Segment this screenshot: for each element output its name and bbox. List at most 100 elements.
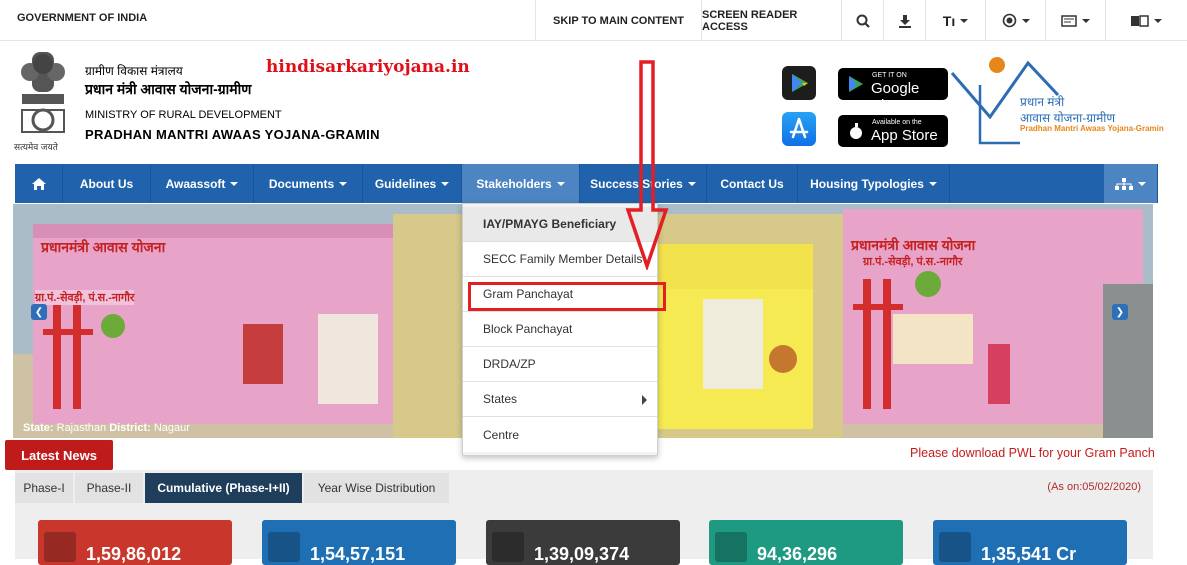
skip-to-main-link[interactable]: SKIP TO MAIN CONTENT [535,0,701,41]
logo-english-line: Pradhan Mantri Awaas Yojana-Gramin [1020,124,1164,133]
watermark-text: hindisarkariyojana.in [266,57,470,77]
apple-icon [850,123,862,139]
stat-card: 1,39,09,374 [486,520,680,565]
nav-about-us[interactable]: About Us [63,164,151,203]
news-ticker[interactable]: Please download PWL for your Gram Panch [910,446,1155,460]
chevron-down-icon [960,18,969,23]
stat-card: 1,59,86,012 [38,520,232,565]
sitemap-button[interactable] [1104,164,1158,203]
google-play-icon[interactable] [782,66,816,100]
house-subtext-right: ग्रा.पं.-सेवड़ी, पं.स.-नागौर [863,256,963,268]
annotation-arrow-icon [625,60,669,270]
sitemap-button[interactable] [1045,0,1105,41]
nav-label: Documents [268,176,335,191]
chevron-down-icon [1154,18,1162,23]
contrast-button[interactable] [985,0,1045,41]
chevron-down-icon [928,181,937,186]
house-subtext-left: ग्रा.पं.-सेवड़ी, पं.स.-नागौर [35,290,135,305]
national-emblem-logo [21,52,65,133]
top-bar: GOVERNMENT OF INDIA SKIP TO MAIN CONTENT… [0,0,1187,41]
app-store-badge[interactable]: Available on the App Store [838,115,948,147]
logo-hindi-line1: प्रधान मंत्री [1020,95,1065,109]
stat-value: 1,39,09,374 [534,544,630,564]
nav-stakeholders[interactable]: Stakeholders [462,164,580,203]
house-icon [492,532,524,562]
slider-prev-button[interactable]: ❮ [31,304,47,320]
scheme-title: PRADHAN MANTRI AWAAS YOJANA-GRAMIN [85,127,380,142]
hindi-scheme-title: प्रधान मंत्री आवास योजना-ग्रामीण [85,81,252,97]
google-play-text: Google Play [871,80,920,114]
nav-label: About Us [79,176,134,191]
language-button[interactable] [1105,0,1187,41]
stat-value: 1,59,86,012 [86,544,182,564]
play-store-icon [849,76,863,92]
stat-card: 94,36,296 [709,520,903,565]
document-icon [268,532,300,562]
chevron-down-icon [441,181,450,186]
state-value: Rajasthan [56,422,107,434]
stat-value: 94,36,296 [757,544,838,564]
banner-caption: State: Rajasthan District: Nagaur [23,422,190,434]
hindi-ministry-title: ग्रामीण विकास मंत्रालय [85,64,183,78]
app-store-icon[interactable] [782,112,816,146]
top-links: SKIP TO MAIN CONTENT SCREEN READER ACCES… [535,0,1187,41]
contrast-icon [1002,13,1016,28]
search-icon[interactable] [841,0,883,41]
google-play-small-text: GET IT ON [872,72,907,79]
chevron-down-icon [1021,18,1030,23]
screen-reader-link[interactable]: SCREEN READER ACCESS [701,0,841,41]
home-button[interactable] [15,164,63,203]
chevron-down-icon [1138,181,1146,186]
slider-next-button[interactable]: ❯ [1112,304,1128,320]
text-size-label: Tı [942,12,956,29]
house-text-right: प्रधानमंत्री आवास योजना [851,237,976,253]
buildings-icon [715,532,747,562]
sitemap-icon [1115,177,1133,190]
latest-news-label: Latest News [5,440,113,470]
dropdown-item-centre[interactable]: Centre [463,417,657,452]
district-value: Nagaur [153,422,190,434]
main-nav: About Us Awaassoft Documents Guidelines … [15,164,1158,203]
nav-label: Contact Us [720,176,784,191]
stat-card: 1,54,57,151 [262,520,456,565]
tab-cumulative[interactable]: Cumulative (Phase-I+II) [145,473,302,503]
government-of-india-label: GOVERNMENT OF INDIA [17,12,148,24]
dropdown-item-drda-zp[interactable]: DRDA/ZP [463,347,657,382]
dropdown-item-states[interactable]: States [463,382,657,417]
tab-phase-2[interactable]: Phase-II [75,473,143,503]
chevron-down-icon [339,181,348,186]
chevron-down-icon [556,181,565,186]
nav-label: Housing Typologies [810,176,924,191]
tab-year-wise[interactable]: Year Wise Distribution [304,473,449,503]
language-icon [1131,14,1149,27]
family-icon [44,532,76,562]
text-size-button[interactable]: Tı [925,0,985,41]
chevron-down-icon [1082,18,1090,23]
stat-card: 1,35,541 Cr [933,520,1127,565]
stat-value: 1,54,57,151 [310,544,406,564]
district-label: District: [109,422,151,434]
nav-awaassoft[interactable]: Awaassoft [151,164,254,203]
nav-label: Awaassoft [165,176,226,191]
nav-housing-typologies[interactable]: Housing Typologies [798,164,950,203]
nav-guidelines[interactable]: Guidelines [363,164,462,203]
download-icon[interactable] [883,0,925,41]
google-play-badge[interactable]: GET IT ON Google Play [838,68,948,114]
nav-contact-us[interactable]: Contact Us [707,164,798,203]
nav-label: Guidelines [374,176,437,191]
app-store-small-text: Available on the [872,119,922,126]
app-store-text: App Store [871,127,938,144]
stat-value: 1,35,541 Cr [981,544,1077,564]
emblem-motto: सत्यमेव जयते [14,142,58,152]
nav-documents[interactable]: Documents [254,164,363,203]
money-hand-icon [939,532,971,562]
tab-phase-1[interactable]: Phase-I [15,473,73,503]
states-label: States [483,392,518,406]
state-label: State: [23,422,54,434]
home-icon [31,177,46,190]
nav-label: Stakeholders [476,176,552,191]
chevron-right-icon [642,395,647,405]
chevron-down-icon [230,181,239,186]
dropdown-item-block-panchayat[interactable]: Block Panchayat [463,312,657,347]
